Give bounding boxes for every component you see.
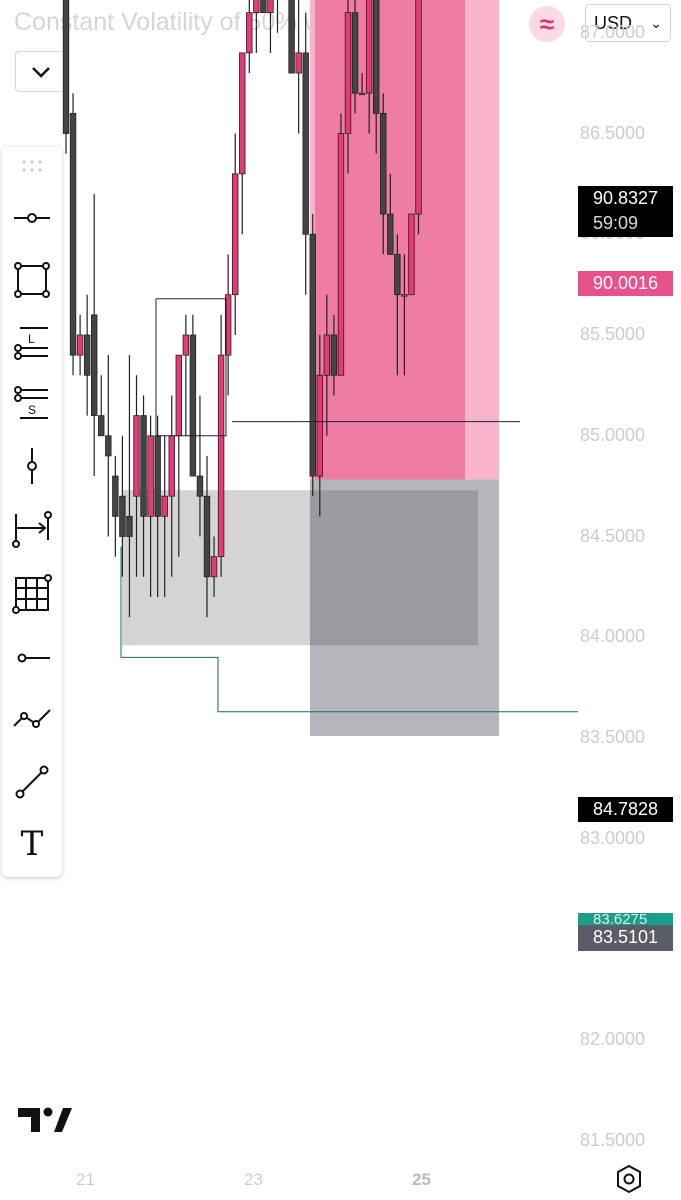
svg-text:S: S — [28, 403, 36, 417]
candle-body — [168, 435, 175, 497]
candle-body — [344, 12, 352, 134]
drag-handle-icon[interactable] — [2, 147, 62, 185]
tradingview-logo-icon[interactable] — [18, 1106, 72, 1134]
candle-body — [91, 314, 98, 417]
price-chart[interactable] — [0, 0, 681, 1200]
target-price-tag: 90.0016 — [578, 271, 673, 296]
candle-body — [231, 173, 239, 296]
candle-body — [196, 475, 204, 497]
range-box-overlap — [310, 490, 478, 646]
price-axis-label: 84.5000 — [580, 525, 646, 546]
candle-body — [83, 334, 91, 376]
candle-body — [253, 0, 260, 13]
candle-body — [175, 354, 182, 437]
trend-angle-icon[interactable] — [2, 693, 62, 743]
candle-body — [119, 495, 126, 537]
candle-body — [387, 213, 394, 255]
candle-body — [260, 0, 267, 13]
price-axis-label: 83.5000 — [580, 727, 646, 747]
countdown-tag: 59:09 — [578, 211, 673, 237]
candle-body — [154, 435, 161, 517]
horizontal-line-icon[interactable] — [2, 633, 62, 683]
candle-body — [133, 415, 140, 497]
date-range-icon[interactable] — [2, 505, 62, 555]
candle-body — [140, 415, 147, 517]
candle-body — [112, 475, 119, 517]
candle-body — [76, 334, 84, 356]
candle-body — [372, 0, 380, 114]
price-axis-label: 85.5000 — [580, 324, 646, 344]
price-axis-label: 86.5000 — [580, 122, 646, 143]
date-label: 23 — [244, 1170, 263, 1189]
candle-body — [147, 435, 154, 517]
candle-body — [295, 52, 302, 74]
trend-line-icon[interactable] — [2, 757, 62, 807]
candle-body — [98, 415, 105, 437]
stop-price-tag: 83.5101 — [578, 925, 673, 951]
short-position-icon[interactable]: S — [2, 379, 62, 429]
candle-body — [189, 334, 197, 477]
svg-text:L: L — [28, 332, 35, 346]
candle-body — [358, 92, 366, 96]
drawing-toolbar: L S T — [2, 147, 62, 877]
candle-body — [337, 133, 345, 376]
rectangle-icon[interactable] — [2, 255, 62, 305]
candle-body — [105, 435, 112, 457]
candle-body — [380, 112, 387, 215]
candle-body — [161, 495, 168, 517]
candle-body — [203, 495, 211, 578]
candle-body — [365, 0, 373, 94]
horizontal-ray-icon[interactable] — [2, 193, 62, 243]
text-tool-icon[interactable]: T — [2, 819, 62, 869]
date-label: 25 — [412, 1170, 431, 1189]
entry-price-tag: 84.7828 — [578, 797, 673, 822]
price-axis-label: 81.5000 — [580, 1130, 646, 1150]
candle-body — [69, 112, 77, 356]
price-axis-label: 87.0000 — [580, 21, 646, 42]
candle-body — [210, 556, 218, 578]
grid-icon[interactable] — [2, 569, 62, 619]
candle-body — [408, 213, 415, 296]
candle-body — [323, 334, 331, 376]
candle-body — [217, 354, 225, 558]
candle-body — [246, 12, 253, 54]
candle-body — [62, 0, 70, 134]
settings-icon[interactable] — [614, 1163, 644, 1195]
candle-body — [239, 52, 246, 175]
candle-body — [415, 0, 422, 215]
candle-body — [401, 294, 408, 297]
candle-body — [182, 334, 190, 356]
candle-body — [126, 515, 133, 537]
candle-body — [288, 0, 295, 74]
price-axis-label: 83.0000 — [580, 827, 646, 848]
price-axis-label: 85.0000 — [580, 424, 646, 445]
candle-body — [351, 12, 359, 94]
price-axis-label: 84.0000 — [580, 626, 646, 647]
current-price-tag: 90.8327 — [578, 186, 673, 211]
long-position-icon[interactable]: L — [2, 317, 62, 367]
candle-body — [394, 253, 401, 296]
candle-body — [316, 374, 323, 477]
candle-body — [267, 0, 274, 13]
date-label: 21 — [76, 1170, 95, 1189]
candle-body — [330, 334, 338, 376]
candle-body — [302, 52, 309, 235]
price-axis-label: 82.0000 — [580, 1029, 646, 1050]
candle-body — [309, 233, 316, 477]
vertical-line-icon[interactable] — [2, 441, 62, 491]
